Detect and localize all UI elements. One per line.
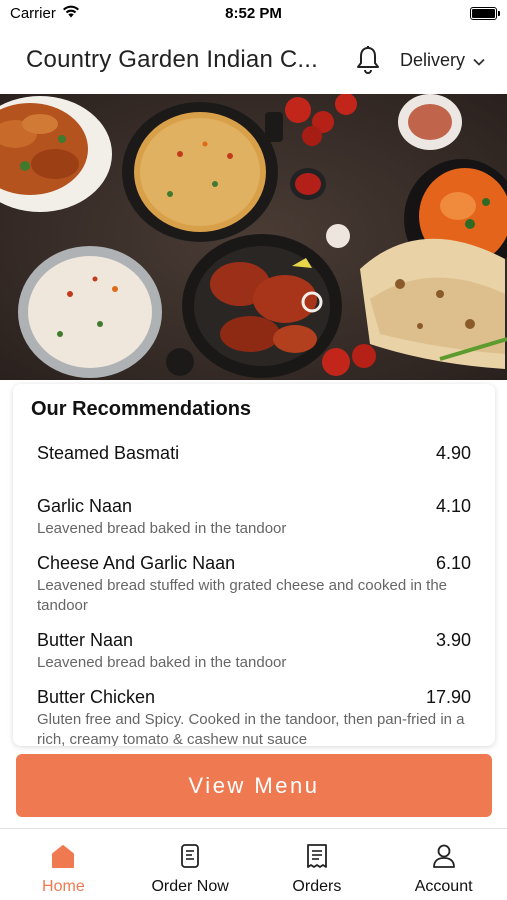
app-header: Country Garden Indian C... Delivery [0,26,507,94]
tab-orders[interactable]: Orders [254,829,381,900]
restaurant-title: Country Garden Indian C... [26,46,319,73]
menu-item-description: Leavened bread baked in the tandoor [37,520,287,537]
notification-bell-icon[interactable] [352,43,384,77]
menu-item-name: Garlic Naan [37,496,133,516]
menu-item-name: Cheese And Garlic Naan [37,553,236,573]
menu-item-description: Gluten free and Spicy. Cooked in the tan… [37,711,465,746]
home-icon [50,843,76,874]
menu-item[interactable]: Butter Naan 3.90 Leavened bread baked in… [37,630,471,673]
status-bar: Carrier 8:52 PM [0,0,507,26]
menu-item[interactable]: Steamed Basmati 4.90 [37,443,471,464]
battery-icon [470,6,500,20]
delivery-label: Delivery [399,49,465,70]
user-icon [431,843,457,874]
menu-item[interactable]: Butter Chicken 17.90 Gluten free and Spi… [37,687,471,746]
recommendations-card: Our Recommendations Steamed Basmati 4.90… [13,384,495,746]
bottom-tab-bar: Home Order Now Orders Account [0,828,507,900]
receipt-icon [304,843,330,874]
tab-label: Order Now [151,878,229,895]
menu-item-name: Steamed Basmati [37,443,180,463]
menu-item-name: Butter Chicken [37,687,156,707]
clock: 8:52 PM [225,4,282,22]
menu-item-price: 4.90 [435,443,471,463]
menu-item[interactable]: Garlic Naan 4.10 Leavened bread baked in… [37,496,471,539]
menu-item-name: Butter Naan [37,630,134,650]
recommendations-title: Our Recommendations [31,398,252,420]
tab-label: Orders [292,878,342,895]
menu-item-description: Leavened bread stuffed with grated chees… [37,577,448,614]
menu-item-description: Leavened bread baked in the tandoor [37,654,287,671]
tab-label: Home [42,878,85,895]
view-menu-button[interactable]: View Menu [16,754,492,817]
tab-order-now[interactable]: Order Now [127,829,254,900]
menu-item[interactable]: Cheese And Garlic Naan 6.10 Leavened bre… [37,553,471,616]
tab-label: Account [414,878,473,895]
menu-item-price: 3.90 [435,630,471,650]
menu-item-price: 6.10 [435,553,471,573]
hero-food-image [0,94,507,380]
menu-item-price: 17.90 [425,687,471,707]
delivery-mode-select[interactable]: Delivery [400,50,485,71]
tab-home[interactable]: Home [0,829,127,900]
order-icon [177,843,203,874]
tab-account[interactable]: Account [380,829,507,900]
menu-item-price: 4.10 [435,496,471,516]
chevron-down-icon [473,50,485,71]
